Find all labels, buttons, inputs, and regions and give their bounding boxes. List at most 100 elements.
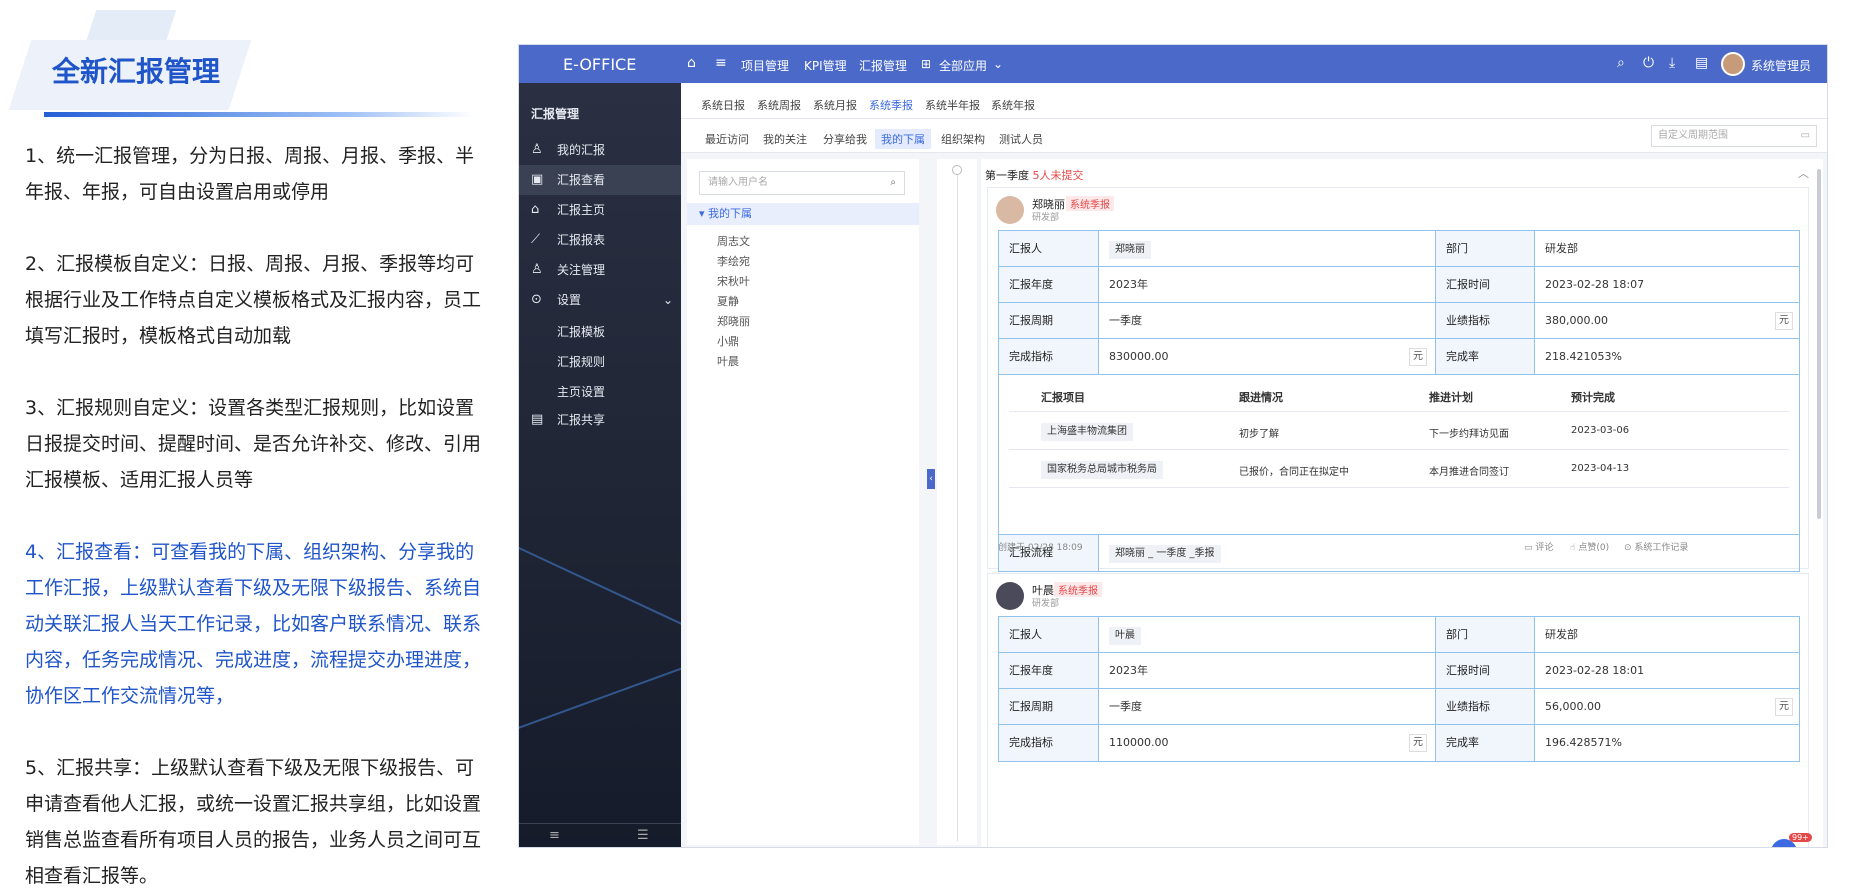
collapse-panel-button[interactable]: ‹ bbox=[927, 469, 935, 489]
tree-node[interactable]: 夏静 bbox=[717, 293, 739, 309]
chevron-down-icon: ⌄ bbox=[662, 293, 673, 307]
tree-node[interactable]: 叶晨 bbox=[717, 353, 739, 369]
chevron-up-icon[interactable]: ︿ bbox=[1798, 165, 1809, 181]
avatar bbox=[996, 582, 1024, 610]
user-name[interactable]: 系统管理员 bbox=[1751, 57, 1811, 74]
tab-org[interactable]: 组织架构 bbox=[935, 129, 991, 149]
paragraph-5: 5、汇报共享：上级默认查看下级及无限下级报告、可申请查看他人汇报，或统一设置汇报… bbox=[25, 757, 482, 887]
top-bar: E-OFFICE ⌂ ≡ 项目管理 KPI管理 汇报管理 ⊞ 全部应用 ⌄ ⌕ … bbox=[519, 45, 1827, 83]
period-range-input[interactable]: 自定义周期范围 ▭ bbox=[1651, 125, 1817, 147]
tab-recent[interactable]: 最近访问 bbox=[699, 129, 755, 149]
app-window: E-OFFICE ⌂ ≡ 项目管理 KPI管理 汇报管理 ⊞ 全部应用 ⌄ ⌕ … bbox=[518, 44, 1828, 848]
follow-icon: ♙ bbox=[531, 262, 543, 277]
report-details: 汇报人 叶晨 部门 研发部 汇报年度 2023年 汇报时间 2023-02-28… bbox=[998, 616, 1800, 762]
content-area: 系统日报 系统周报 系统月报 系统季报 系统半年报 系统年报 最近访问 我的关注… bbox=[681, 83, 1827, 847]
report-type-tabs: 系统日报 系统周报 系统月报 系统季报 系统半年报 系统年报 bbox=[681, 83, 1827, 121]
table-row: 完成指标 830000.00 元 完成率 218.421053% bbox=[999, 339, 1799, 375]
paragraph-2: 2、汇报模板自定义：日报、周报、月报、季报等均可根据行业及工作特点自定义模板格式… bbox=[25, 253, 482, 347]
tree-node[interactable]: 郑晓丽 bbox=[717, 313, 750, 329]
user-icon: ♙ bbox=[531, 142, 543, 157]
search-icon[interactable]: ⌕ bbox=[1617, 55, 1625, 71]
avatar bbox=[996, 196, 1024, 224]
tab-yearly[interactable]: 系统年报 bbox=[991, 97, 1035, 113]
reporter-dept: 研发部 bbox=[1032, 213, 1060, 223]
sidebar-item-view-report[interactable]: ▣ 汇报查看 bbox=[519, 165, 681, 195]
tree-node[interactable]: 周志文 bbox=[717, 233, 750, 249]
comment-button[interactable]: ▭ 评论 bbox=[1524, 540, 1553, 553]
apps-grid-icon[interactable]: ⊞ bbox=[921, 57, 931, 71]
table-row: 汇报周期 一季度 业绩指标 56,000.00 元 bbox=[999, 689, 1799, 725]
home-icon[interactable]: ⌂ bbox=[687, 55, 696, 71]
sidebar-item-stats[interactable]: ⟋ 汇报报表 bbox=[519, 225, 681, 255]
avatar[interactable] bbox=[1721, 52, 1745, 76]
sidebar-sub-template[interactable]: 汇报模板 bbox=[557, 323, 605, 340]
tab-following[interactable]: 我的关注 bbox=[757, 129, 813, 149]
scrollbar[interactable] bbox=[1817, 169, 1821, 519]
sidebar-sub-rules[interactable]: 汇报规则 bbox=[557, 353, 605, 370]
table-row: 汇报人 叶晨 部门 研发部 bbox=[999, 617, 1799, 653]
progress-table: 汇报项目 跟进情况 推进计划 预计完成 上海盛丰物流集团 初步了解 下一步约拜访… bbox=[999, 375, 1799, 535]
report-details: 汇报人 郑晓丽 部门 研发部 汇报年度 2023年 汇报时间 2023-02-2… bbox=[998, 230, 1800, 572]
sidebar-header: 汇报管理 bbox=[531, 107, 580, 121]
search-input[interactable]: 请输入用户名 ⌕ bbox=[699, 171, 905, 195]
report-card: 郑晓丽 系统季报 研发部 汇报人 郑晓丽 部门 研发部 汇报年度 2023年 汇… bbox=[987, 187, 1809, 572]
collapse-icon[interactable]: ≡ bbox=[549, 828, 560, 843]
missing-count: 5人未提交 bbox=[1032, 169, 1084, 182]
tab-half-year[interactable]: 系统半年报 bbox=[925, 97, 980, 113]
decorative-line bbox=[519, 535, 681, 673]
search-icon: ⌕ bbox=[890, 177, 896, 188]
tree-node[interactable]: 宋秋叶 bbox=[717, 273, 750, 289]
like-button[interactable]: ☝ 点赞(0) bbox=[1570, 540, 1609, 553]
app-logo: E-OFFICE bbox=[563, 55, 637, 74]
tab-testers[interactable]: 测试人员 bbox=[993, 129, 1049, 149]
nav-report[interactable]: 汇报管理 bbox=[859, 57, 907, 74]
tab-weekly[interactable]: 系统周报 bbox=[757, 97, 801, 113]
sidebar-footer: ≡ ☰ bbox=[519, 823, 681, 847]
sidebar-item-my-report[interactable]: ♙ 我的汇报 bbox=[519, 135, 681, 165]
document-icon[interactable]: ▤ bbox=[1695, 55, 1708, 71]
sidebar: 汇报管理 ♙ 我的汇报 ▣ 汇报查看 ⌂ 汇报主页 ⟋ 汇报报表 ♙ 关注管理 ⊙ 设置 ⌄ … bbox=[519, 83, 681, 847]
decorative-line bbox=[519, 628, 681, 740]
user-tree-panel: 请输入用户名 ⌕ ▾ 我的下属 周志文 李绘宛 宋秋叶 夏静 郑晓丽 小鼎 叶晨 bbox=[687, 159, 919, 845]
sidebar-item-follow[interactable]: ♙ 关注管理 bbox=[519, 255, 681, 285]
tab-daily[interactable]: 系统日报 bbox=[701, 97, 745, 113]
title-underline bbox=[44, 112, 474, 117]
tab-shared[interactable]: 分享给我 bbox=[817, 129, 873, 149]
paragraph-1: 1、统一汇报管理，分为日报、周报、月报、季报、半年报、年报，可自由设置启用或停用 bbox=[25, 145, 475, 203]
sidebar-item-share[interactable]: ▤ 汇报共享 bbox=[519, 405, 681, 435]
flow-chip[interactable]: 郑晓丽 _ 一季度 _季报 bbox=[1109, 545, 1221, 563]
slide-title: 全新汇报管理 bbox=[52, 55, 221, 88]
power-icon[interactable]: ⏻ bbox=[1643, 55, 1654, 71]
nav-kpi[interactable]: KPI管理 bbox=[804, 57, 847, 74]
created-time: 创建于 02/28 18:09 bbox=[998, 543, 1083, 553]
tab-quarterly[interactable]: 系统季报 bbox=[869, 97, 913, 121]
calendar-icon: ▭ bbox=[1800, 130, 1810, 141]
tree-root[interactable]: ▾ 我的下属 bbox=[687, 203, 919, 225]
share-icon: ▤ bbox=[531, 412, 544, 427]
tab-subordinates[interactable]: 我的下属 bbox=[875, 129, 931, 149]
chevron-down-icon[interactable]: ⌄ bbox=[993, 57, 1003, 71]
download-icon[interactable]: ⤓ bbox=[1669, 55, 1675, 71]
tree-node[interactable]: 小鼎 bbox=[717, 333, 739, 349]
unit-label: 元 bbox=[1775, 312, 1793, 330]
tree-node[interactable]: 李绘宛 bbox=[717, 253, 750, 269]
sidebar-item-home[interactable]: ⌂ 汇报主页 bbox=[519, 195, 681, 225]
reporter-dept: 研发部 bbox=[1032, 599, 1060, 609]
sidebar-sub-homepage[interactable]: 主页设置 bbox=[557, 383, 605, 400]
work-record-button[interactable]: ⊙ 系统工作记录 bbox=[1624, 540, 1688, 553]
nav-all-apps[interactable]: 全部应用 bbox=[939, 57, 987, 74]
unit-label: 元 bbox=[1409, 348, 1427, 366]
report-list: 第一季度 5人未提交 ︿ 郑晓丽 系统季报 研发部 汇报人 郑晓丽 部门 研发部 bbox=[981, 159, 1823, 847]
menu-icon[interactable]: ≡ bbox=[715, 55, 727, 71]
slide-panel: 全新汇报管理 1、统一汇报管理，分为日报、周报、月报、季报、半年报、年报，可自由… bbox=[0, 0, 500, 895]
status-badge: 系统季报 bbox=[1066, 196, 1114, 211]
paragraph-4: 4、汇报查看：可查看我的下属、组织架构、分享我的工作汇报，上级默认查看下级及无限… bbox=[25, 541, 482, 707]
timeline-dot bbox=[952, 165, 962, 175]
sidebar-item-settings[interactable]: ⊙ 设置 ⌄ bbox=[519, 285, 681, 315]
nav-project[interactable]: 项目管理 bbox=[741, 57, 789, 74]
settings-icon: ⊙ bbox=[531, 292, 542, 307]
table-row: 汇报年度 2023年 汇报时间 2023-02-28 18:01 bbox=[999, 653, 1799, 689]
list-icon[interactable]: ☰ bbox=[637, 828, 649, 843]
unit-label: 元 bbox=[1409, 734, 1427, 752]
tab-monthly[interactable]: 系统月报 bbox=[813, 97, 857, 113]
